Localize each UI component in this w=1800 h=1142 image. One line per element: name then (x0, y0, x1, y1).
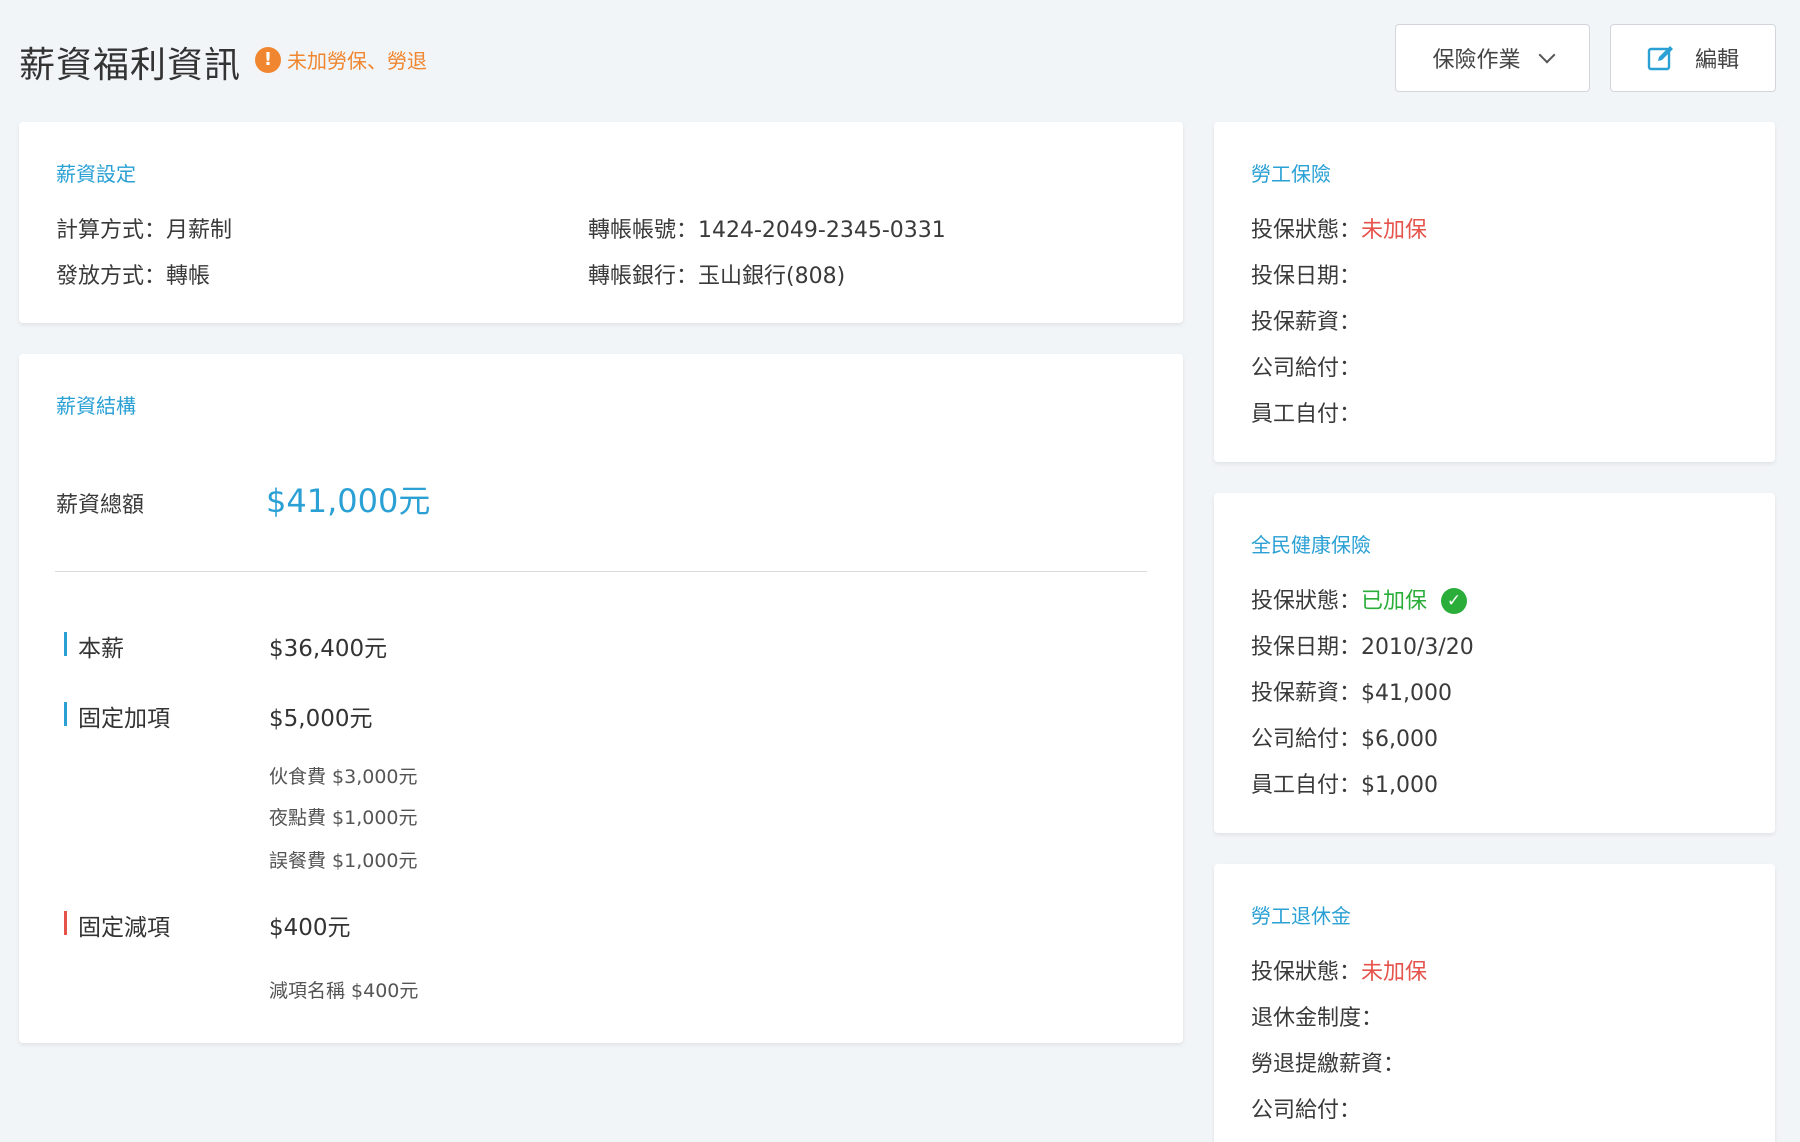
edit-icon (1647, 46, 1673, 71)
pension-status: 投保狀態：未加保 (1251, 954, 1427, 986)
calc-method: 計算方式：月薪制 (56, 218, 233, 243)
pension-card: 勞工退休金 投保狀態：未加保 退休金制度： 勞退提繳薪資： 公司給付： (1214, 864, 1775, 1142)
health-status: 投保狀態：已加保 ✓ (1251, 583, 1468, 615)
check-circle-icon: ✓ (1441, 588, 1468, 614)
divider (55, 571, 1147, 572)
labor-insurance-card: 勞工保險 投保狀態：未加保 投保日期： 投保薪資： 公司給付： 員工自付： (1214, 122, 1775, 462)
deductions-marker (64, 911, 67, 935)
pension-system: 退休金制度： (1251, 1006, 1384, 1031)
labor-company-pay: 公司給付： (1251, 356, 1362, 381)
pension-status-label: 投保狀態： (1251, 960, 1362, 985)
health-insurance-title: 全民健康保險 (1251, 533, 1371, 557)
additions-label: 固定加項 (78, 706, 170, 732)
insurance-operations-dropdown[interactable]: 保險作業 (1395, 24, 1590, 92)
salary-settings-title: 薪資設定 (56, 162, 136, 186)
labor-salary: 投保薪資： (1251, 310, 1362, 335)
health-status-label: 投保狀態： (1251, 589, 1362, 614)
salary-total-value: $41,000元 (266, 482, 431, 520)
additions-marker (64, 702, 67, 726)
pay-method: 發放方式：轉帳 (56, 264, 211, 289)
health-status-value: 已加保 (1361, 589, 1428, 614)
salary-total-label: 薪資總額 (56, 493, 145, 518)
labor-status: 投保狀態：未加保 (1251, 212, 1427, 244)
base-salary-value: $36,400元 (269, 636, 388, 662)
addition-item: 夜點費 $1,000元 (269, 807, 418, 829)
edit-label: 編輯 (1694, 48, 1739, 73)
addition-item: 伙食費 $3,000元 (269, 766, 418, 788)
deductions-label: 固定減項 (78, 915, 170, 941)
exclamation-icon: ! (255, 46, 281, 73)
base-salary-label: 本薪 (78, 636, 124, 662)
pension-status-value: 未加保 (1361, 960, 1428, 985)
deduction-item: 減項名稱 $400元 (269, 980, 419, 1002)
pension-company-pay: 公司給付： (1251, 1098, 1362, 1123)
health-company-pay: 公司給付：$6,000 (1251, 727, 1438, 752)
chevron-down-icon (1538, 46, 1555, 64)
additions-value: $5,000元 (269, 706, 373, 732)
salary-structure-card: 薪資結構 薪資總額 $41,000元 本薪 $36,400元 固定加項 $5,0… (19, 354, 1183, 1043)
health-date: 投保日期：2010/3/20 (1251, 635, 1474, 660)
edit-button[interactable]: 編輯 (1610, 24, 1776, 92)
salary-structure-title: 薪資結構 (56, 394, 136, 418)
warning-text: 未加勞保、勞退 (287, 49, 427, 73)
labor-employee-pay: 員工自付： (1251, 402, 1362, 427)
base-salary-marker (64, 632, 67, 656)
health-employee-pay: 員工自付：$1,000 (1251, 773, 1438, 798)
page: 薪資福利資訊 ! 未加勞保、勞退 保險作業 編輯 薪資設定 計算方式：月薪制 發… (0, 0, 1800, 1142)
salary-settings-card: 薪資設定 計算方式：月薪制 發放方式：轉帳 轉帳帳號：1424-2049-234… (19, 122, 1183, 323)
labor-insurance-title: 勞工保險 (1251, 162, 1331, 186)
health-salary: 投保薪資：$41,000 (1251, 681, 1452, 706)
labor-status-label: 投保狀態： (1251, 218, 1362, 243)
transfer-bank: 轉帳銀行：玉山銀行(808) (588, 264, 846, 289)
pension-title: 勞工退休金 (1251, 904, 1351, 928)
pension-contribution: 勞退提繳薪資： (1251, 1052, 1406, 1077)
addition-item: 誤餐費 $1,000元 (269, 850, 418, 872)
deductions-value: $400元 (269, 915, 351, 941)
labor-status-value: 未加保 (1361, 218, 1428, 243)
transfer-account: 轉帳帳號：1424-2049-2345-0331 (588, 218, 946, 243)
warning-notice: ! 未加勞保、勞退 (255, 45, 427, 74)
insurance-operations-label: 保險作業 (1432, 48, 1521, 73)
page-title: 薪資福利資訊 (19, 45, 242, 86)
labor-date: 投保日期： (1251, 264, 1362, 289)
health-insurance-card: 全民健康保險 投保狀態：已加保 ✓ 投保日期：2010/3/20 投保薪資：$41… (1214, 493, 1775, 833)
